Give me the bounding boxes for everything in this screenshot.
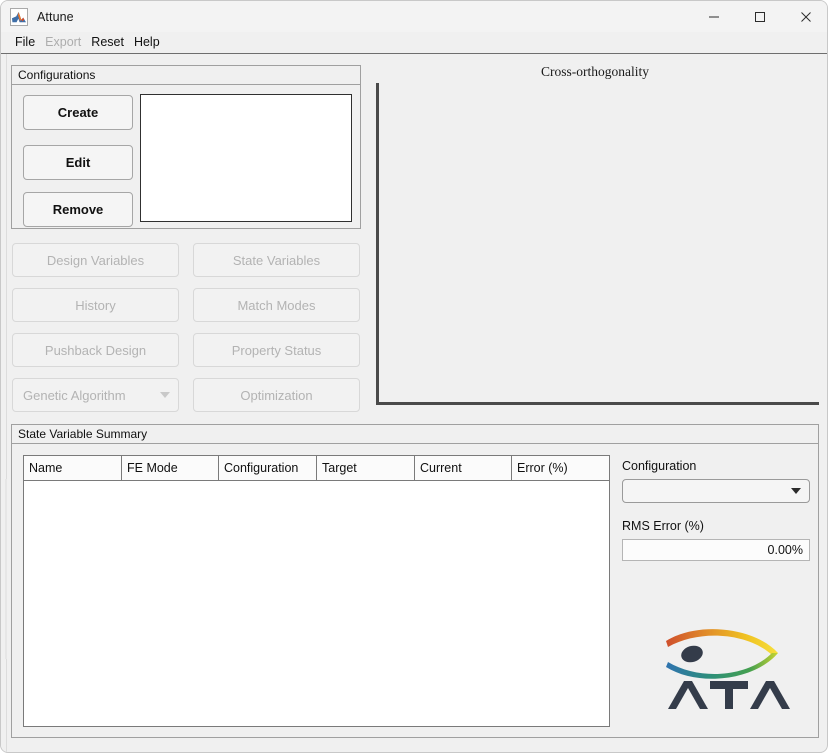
- configuration-select[interactable]: [622, 479, 810, 503]
- column-header-fe-mode[interactable]: FE Mode: [122, 456, 219, 480]
- configuration-select-label: Configuration: [622, 459, 697, 473]
- state-variable-summary-panel: State Variable Summary Name FE Mode Conf…: [11, 424, 819, 738]
- ata-wordmark: [668, 681, 790, 709]
- design-variables-button: Design Variables: [12, 243, 179, 277]
- column-header-name[interactable]: Name: [24, 456, 122, 480]
- column-header-configuration[interactable]: Configuration: [219, 456, 317, 480]
- state-variables-button: State Variables: [193, 243, 360, 277]
- state-variable-summary-title: State Variable Summary: [12, 425, 818, 444]
- chevron-down-icon: [160, 392, 170, 398]
- rms-error-value: 0.00%: [767, 543, 803, 557]
- left-rail-accent: [5, 479, 7, 659]
- minimize-icon: [709, 16, 719, 17]
- solver-algorithm-dropdown: Genetic Algorithm: [12, 378, 179, 412]
- configurations-panel-title: Configurations: [12, 66, 360, 85]
- menubar-separator: [1, 53, 827, 54]
- state-variable-summary-table[interactable]: Name FE Mode Configuration Target Curren…: [23, 455, 610, 727]
- matlab-app-icon: [10, 7, 28, 26]
- attune-main-window: Attune File Export Reset Help Configurat…: [0, 0, 828, 753]
- rms-error-field[interactable]: 0.00%: [622, 539, 810, 561]
- history-button: History: [12, 288, 179, 322]
- remove-configuration-button[interactable]: Remove: [23, 192, 133, 227]
- chevron-down-icon: [791, 488, 801, 494]
- solver-algorithm-value: Genetic Algorithm: [23, 387, 126, 403]
- close-button[interactable]: [783, 1, 827, 32]
- left-rail: [1, 54, 7, 752]
- ata-logo-eye: [681, 645, 703, 663]
- rms-error-label: RMS Error (%): [622, 519, 704, 533]
- menu-item-file[interactable]: File: [10, 32, 40, 53]
- configurations-panel: Configurations Create Edit Remove: [11, 65, 361, 229]
- window-title: Attune: [37, 9, 74, 24]
- edit-configuration-button[interactable]: Edit: [23, 145, 133, 180]
- create-configuration-button[interactable]: Create: [23, 95, 133, 130]
- cross-orthogonality-axes[interactable]: [376, 83, 819, 405]
- column-header-current[interactable]: Current: [415, 456, 512, 480]
- menu-item-reset[interactable]: Reset: [86, 32, 129, 53]
- property-status-button: Property Status: [193, 333, 360, 367]
- match-modes-button: Match Modes: [193, 288, 360, 322]
- menu-item-export: Export: [45, 35, 82, 49]
- matlab-logo-svg: [11, 8, 27, 25]
- title-bar: Attune: [1, 1, 827, 32]
- pushback-design-button: Pushback Design: [12, 333, 179, 367]
- minimize-button[interactable]: [691, 1, 737, 32]
- ata-logo-svg: [666, 629, 790, 709]
- column-header-error-percent[interactable]: Error (%): [512, 456, 609, 480]
- table-header-row: Name FE Mode Configuration Target Curren…: [24, 456, 609, 481]
- table-body[interactable]: [24, 481, 609, 726]
- maximize-icon: [755, 11, 765, 22]
- ata-logo: [662, 623, 794, 713]
- menu-item-help[interactable]: Help: [129, 32, 165, 53]
- maximize-button[interactable]: [737, 1, 783, 32]
- optimization-button: Optimization: [193, 378, 360, 412]
- close-icon: [801, 11, 811, 22]
- menu-bar: File Export Reset Help: [1, 32, 827, 53]
- plot-title: Cross-orthogonality: [541, 64, 649, 79]
- configurations-listbox[interactable]: [140, 94, 352, 222]
- column-header-target[interactable]: Target: [317, 456, 415, 480]
